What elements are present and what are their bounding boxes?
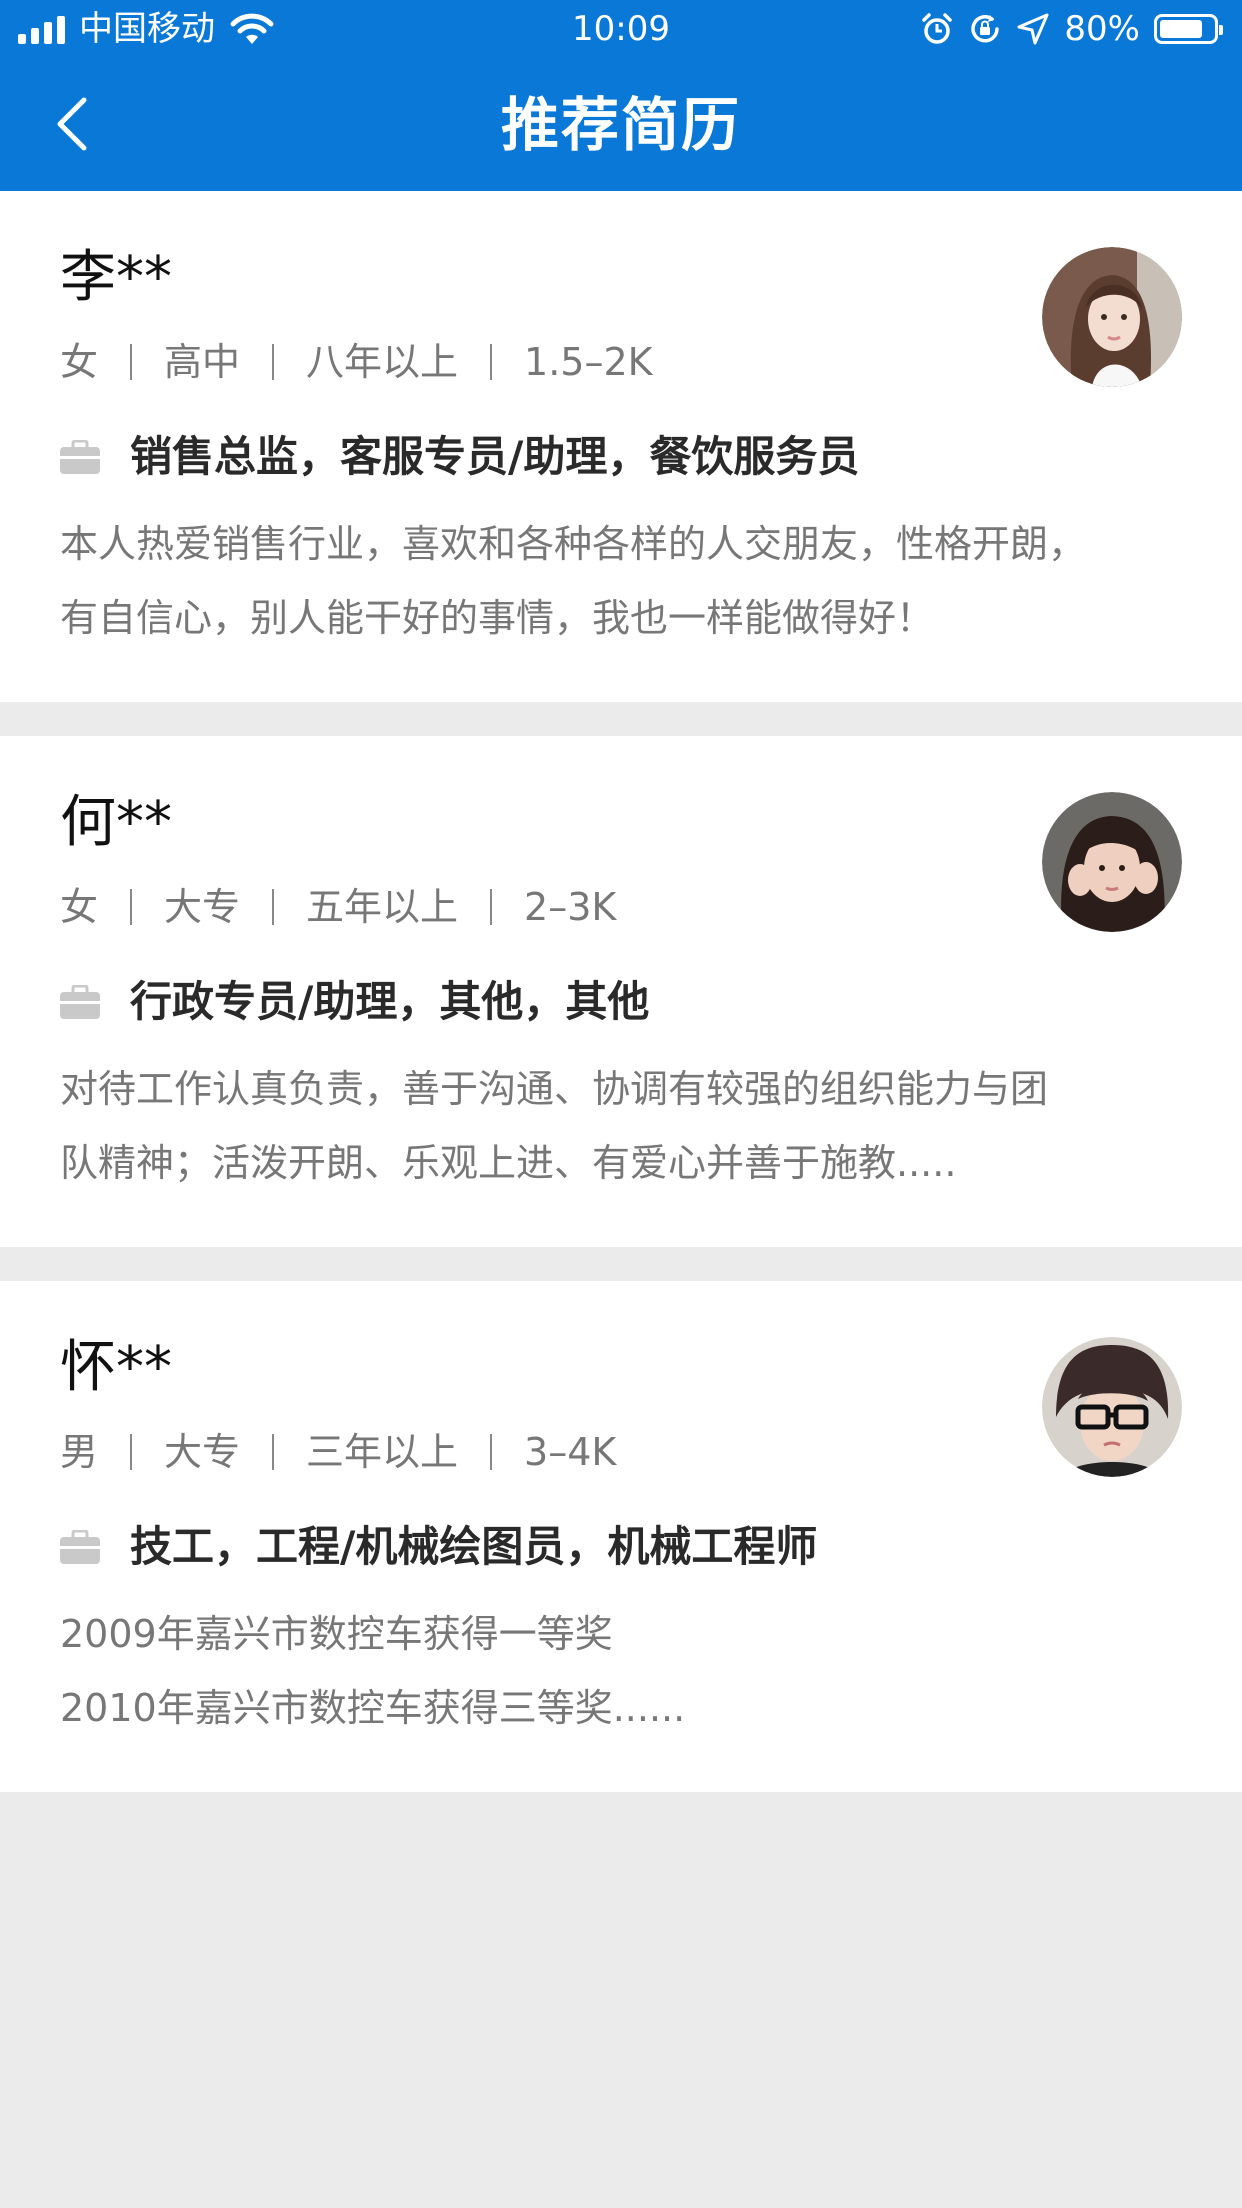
divider bbox=[272, 1434, 275, 1470]
briefcase-icon bbox=[60, 440, 100, 474]
divider bbox=[490, 344, 493, 380]
education: 大专 bbox=[164, 885, 241, 929]
divider bbox=[130, 344, 133, 380]
battery-fill bbox=[1160, 20, 1202, 38]
divider bbox=[490, 1434, 493, 1470]
avatar bbox=[1042, 1337, 1182, 1477]
candidate-meta: 男 大专 三年以上 3–4K bbox=[60, 1427, 616, 1477]
briefcase-icon bbox=[60, 985, 100, 1019]
description-line: 队精神；活泼开朗、乐观上进、有爱心并善于施教..... bbox=[60, 1141, 957, 1185]
battery-icon bbox=[1154, 14, 1223, 44]
candidate-name: 何** bbox=[60, 790, 172, 855]
candidate-name: 李** bbox=[60, 245, 172, 310]
page-title: 推荐简历 bbox=[500, 91, 741, 159]
education: 大专 bbox=[164, 1430, 241, 1474]
self-description: 对待工作认真负责，善于沟通、协调有较强的组织能力与团 队精神；活泼开朗、乐观上进… bbox=[60, 1052, 1190, 1200]
description-line: 2009年嘉兴市数控车获得一等奖 bbox=[60, 1612, 613, 1656]
desired-positions: 行政专员/助理，其他，其他 bbox=[60, 972, 649, 1032]
description-line: 2010年嘉兴市数控车获得三等奖...... bbox=[60, 1686, 686, 1730]
description-line: 对待工作认真负责，善于沟通、协调有较强的组织能力与团 bbox=[60, 1067, 1049, 1111]
positions-text: 行政专员/助理，其他，其他 bbox=[130, 977, 650, 1026]
divider bbox=[272, 344, 275, 380]
self-description: 本人热爱销售行业，喜欢和各种各样的人交朋友，性格开朗， 有自信心，别人能干好的事… bbox=[60, 507, 1190, 655]
candidate-meta: 女 大专 五年以上 2–3K bbox=[60, 882, 616, 932]
battery-percent: 80% bbox=[1064, 9, 1140, 49]
self-description: 2009年嘉兴市数控车获得一等奖 2010年嘉兴市数控车获得三等奖...... bbox=[60, 1597, 1190, 1745]
divider bbox=[130, 889, 133, 925]
candidate-meta: 女 高中 八年以上 1.5–2K bbox=[60, 337, 653, 387]
briefcase-icon bbox=[60, 1530, 100, 1564]
gender: 女 bbox=[60, 340, 99, 384]
nav-bar: 推荐简历 bbox=[0, 58, 1242, 191]
alarm-icon bbox=[922, 13, 953, 44]
experience: 八年以上 bbox=[306, 340, 459, 384]
resume-card[interactable]: 何** 女 大专 五年以上 2–3K 行政专员/助理，其他，其他 对待工作认真负… bbox=[0, 736, 1242, 1247]
divider bbox=[130, 1434, 133, 1470]
gender: 女 bbox=[60, 885, 99, 929]
rotation-lock-icon bbox=[971, 15, 1000, 43]
avatar bbox=[1042, 247, 1182, 387]
description-line: 本人热爱销售行业，喜欢和各种各样的人交朋友，性格开朗， bbox=[60, 522, 1087, 566]
salary: 3–4K bbox=[524, 1430, 617, 1474]
divider bbox=[272, 889, 275, 925]
status-right: 80% bbox=[920, 8, 1226, 50]
resume-card[interactable]: 怀** 男 大专 三年以上 3–4K 技工，工程/机械绘图员，机械工程师 200… bbox=[0, 1281, 1242, 1792]
positions-text: 技工，工程/机械绘图员，机械工程师 bbox=[130, 1522, 818, 1571]
experience: 五年以上 bbox=[306, 885, 459, 929]
education: 高中 bbox=[164, 340, 241, 384]
resume-list: 李** 女 高中 八年以上 1.5–2K 销售总监，客服专员/助理，餐饮服务员 … bbox=[0, 191, 1242, 1826]
avatar bbox=[1042, 792, 1182, 932]
divider bbox=[490, 889, 493, 925]
description-line: 有自信心，别人能干好的事情，我也一样能做得好！ bbox=[60, 596, 935, 640]
desired-positions: 技工，工程/机械绘图员，机械工程师 bbox=[60, 1517, 817, 1577]
candidate-name: 怀** bbox=[60, 1335, 172, 1400]
desired-positions: 销售总监，客服专员/助理，餐饮服务员 bbox=[60, 427, 859, 487]
header: 中国移动 10:09 80% 推荐简历 bbox=[0, 0, 1242, 191]
gender: 男 bbox=[60, 1430, 99, 1474]
location-icon bbox=[1017, 13, 1049, 45]
salary: 1.5–2K bbox=[524, 340, 653, 384]
salary: 2–3K bbox=[524, 885, 617, 929]
status-bar: 中国移动 10:09 80% bbox=[0, 0, 1242, 58]
experience: 三年以上 bbox=[306, 1430, 459, 1474]
positions-text: 销售总监，客服专员/助理，餐饮服务员 bbox=[130, 432, 860, 481]
resume-card[interactable]: 李** 女 高中 八年以上 1.5–2K 销售总监，客服专员/助理，餐饮服务员 … bbox=[0, 191, 1242, 702]
